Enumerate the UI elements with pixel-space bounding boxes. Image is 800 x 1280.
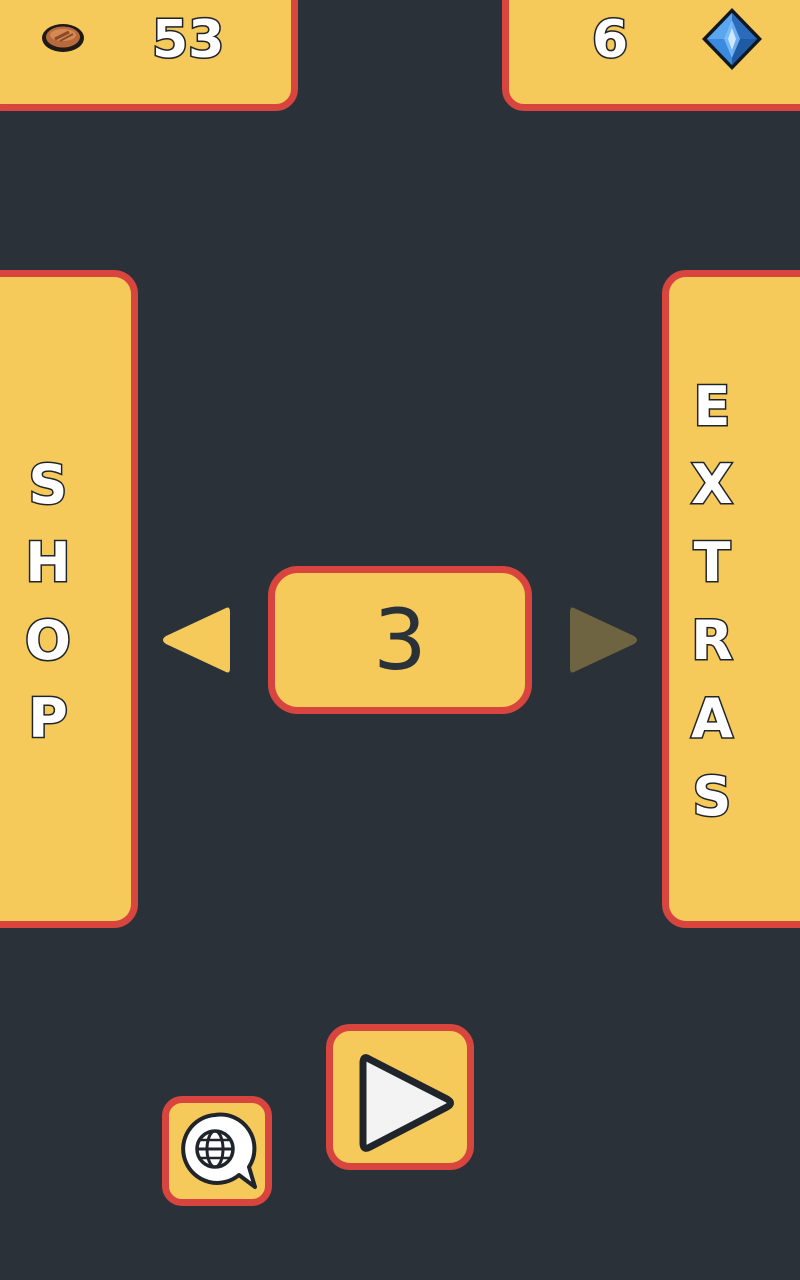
triangle-right-icon[interactable] xyxy=(570,602,640,678)
level-display: 3 xyxy=(268,566,532,714)
shop-label-letter: H xyxy=(24,530,72,596)
extras-label-letter: X xyxy=(690,452,735,518)
gem-count: 6 xyxy=(590,10,629,70)
coin-icon xyxy=(42,24,84,52)
play-icon xyxy=(359,1054,454,1152)
main-menu-screen: 53 6 S H O P E X T R A S 3 xyxy=(0,0,800,1280)
globe-speech-bubble-icon xyxy=(181,1112,257,1189)
shop-label-letter: O xyxy=(24,608,73,674)
extras-label-letter: A xyxy=(690,686,735,752)
language-button[interactable] xyxy=(162,1096,272,1206)
shop-label-letter: P xyxy=(27,686,70,752)
extras-label-letter: E xyxy=(692,374,732,440)
play-button[interactable] xyxy=(326,1024,474,1170)
coin-count: 53 xyxy=(150,10,225,70)
extras-label-letter: T xyxy=(692,530,732,596)
extras-label-letter: S xyxy=(691,764,733,830)
blue-gem-icon xyxy=(702,8,762,70)
triangle-left-icon[interactable] xyxy=(160,602,230,678)
shop-label-letter: S xyxy=(27,452,69,518)
extras-label-letter: R xyxy=(690,608,735,674)
level-number: 3 xyxy=(373,591,427,689)
